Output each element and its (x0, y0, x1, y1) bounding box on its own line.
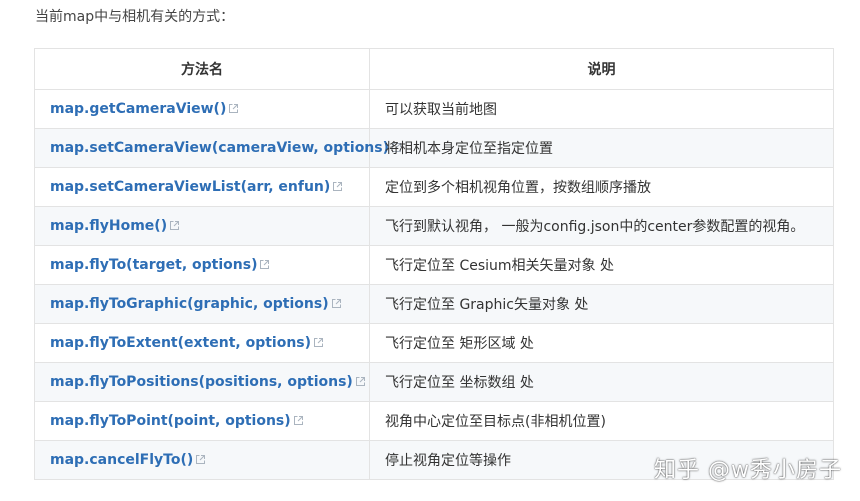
method-description: 飞行到默认视角， 一般为config.json中的center参数配置的视角。 (369, 206, 834, 246)
table-row: map.flyToPoint(point, options) 视角中心定位至目标点… (34, 401, 834, 441)
method-description: 可以获取当前地图 (369, 89, 834, 129)
method-description: 飞行定位至 坐标数组 处 (369, 362, 834, 402)
external-link-icon (169, 220, 180, 231)
method-description: 飞行定位至 矩形区域 处 (369, 323, 834, 363)
table-row: map.setCameraViewList(arr, enfun) 定位到多个相机… (34, 167, 834, 207)
method-description: 飞行定位至 Cesium相关矢量对象 处 (369, 245, 834, 285)
intro-text: 当前map中与相机有关的方式： (35, 9, 235, 25)
external-link-icon (293, 415, 304, 426)
camera-methods-table: 方法名 说明 map.getCameraView() 可以获取当前地图 map.se… (34, 48, 834, 480)
method-link[interactable]: map.flyToPositions(positions, options) (34, 362, 370, 402)
method-name[interactable]: map.setCameraView(cameraView, options) (50, 140, 389, 156)
external-link-icon (228, 103, 239, 114)
method-link[interactable]: map.flyHome() (34, 206, 370, 246)
column-header-description: 说明 (369, 48, 834, 90)
external-link-icon (313, 337, 324, 348)
method-name[interactable]: map.setCameraViewList(arr, enfun) (50, 179, 330, 195)
method-link[interactable]: map.cancelFlyTo() (34, 440, 370, 480)
method-name[interactable]: map.cancelFlyTo() (50, 452, 193, 468)
method-link[interactable]: map.getCameraView() (34, 89, 370, 129)
method-description: 视角中心定位至目标点(非相机位置) (369, 401, 834, 441)
column-header-method-name: 方法名 (34, 48, 370, 90)
method-name[interactable]: map.flyToPoint(point, options) (50, 413, 291, 429)
external-link-icon (259, 259, 270, 270)
external-link-icon (331, 298, 342, 309)
method-link[interactable]: map.setCameraView(cameraView, options) (34, 128, 402, 168)
method-description: 将相机本身定位至指定位置 (369, 128, 834, 168)
table-row: map.flyTo(target, options) 飞行定位至 Cesium相关… (34, 245, 834, 285)
table-body: map.getCameraView() 可以获取当前地图 map.setCamera… (34, 89, 834, 480)
table-header-row: 方法名 说明 (34, 48, 834, 90)
method-link[interactable]: map.flyToPoint(point, options) (34, 401, 370, 441)
method-link[interactable]: map.flyToExtent(extent, options) (34, 323, 370, 363)
method-name[interactable]: map.flyToPositions(positions, options) (50, 374, 353, 390)
method-link[interactable]: map.flyToGraphic(graphic, options) (34, 284, 370, 324)
zhihu-watermark: 知乎 @w秀小房子 (654, 458, 842, 483)
method-name[interactable]: map.getCameraView() (50, 101, 226, 117)
table-row: map.flyToPositions(positions, options) 飞行… (34, 362, 834, 402)
table-row: map.flyToExtent(extent, options) 飞行定位至 矩形… (34, 323, 834, 363)
method-description: 飞行定位至 Graphic矢量对象 处 (369, 284, 834, 324)
method-name[interactable]: map.flyToExtent(extent, options) (50, 335, 311, 351)
table-row: map.setCameraView(cameraView, options) 将相… (34, 128, 834, 168)
table-row: map.flyToGraphic(graphic, options) 飞行定位至 … (34, 284, 834, 324)
method-name[interactable]: map.flyHome() (50, 218, 167, 234)
method-name[interactable]: map.flyToGraphic(graphic, options) (50, 296, 329, 312)
method-name[interactable]: map.flyTo(target, options) (50, 257, 257, 273)
method-link[interactable]: map.flyTo(target, options) (34, 245, 370, 285)
method-link[interactable]: map.setCameraViewList(arr, enfun) (34, 167, 370, 207)
external-link-icon (355, 376, 366, 387)
external-link-icon (195, 454, 206, 465)
table-row: map.getCameraView() 可以获取当前地图 (34, 89, 834, 129)
external-link-icon (332, 181, 343, 192)
method-description: 定位到多个相机视角位置，按数组顺序播放 (369, 167, 834, 207)
table-row: map.flyHome() 飞行到默认视角， 一般为config.json中的ce… (34, 206, 834, 246)
